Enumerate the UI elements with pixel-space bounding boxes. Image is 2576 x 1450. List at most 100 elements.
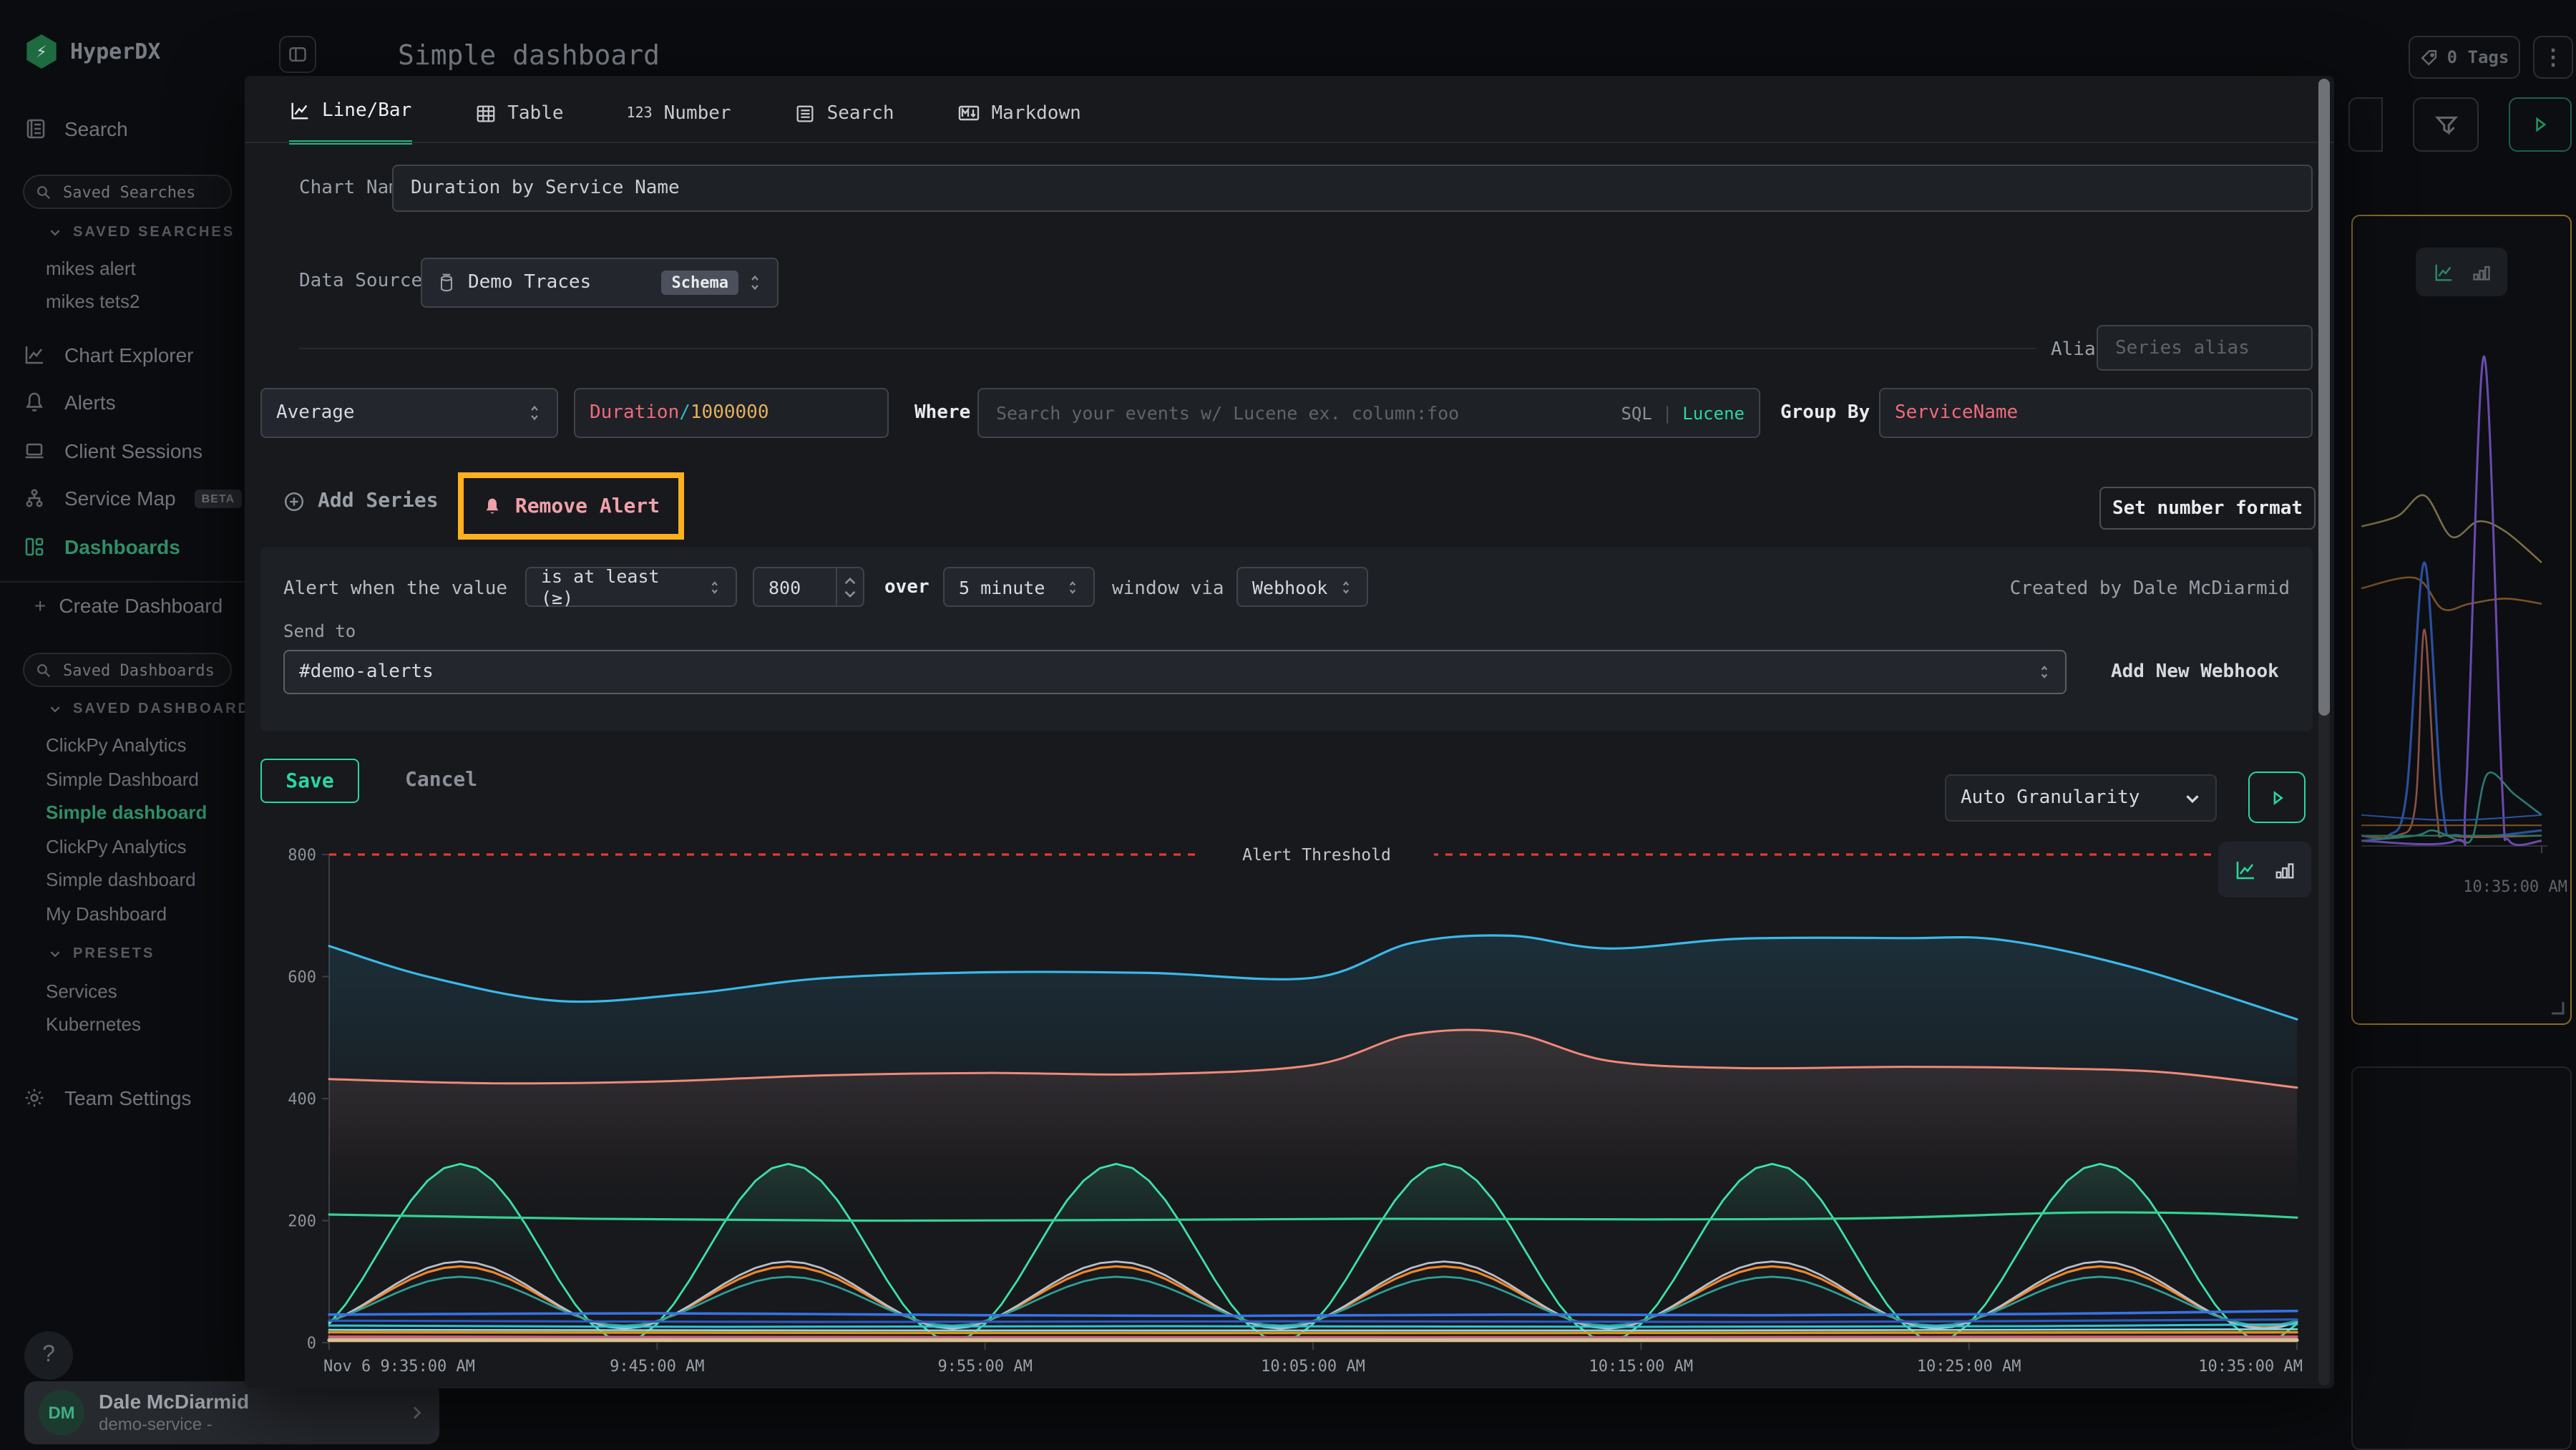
hyperdx-logo-icon: ⚡	[24, 34, 59, 69]
alert-channel-select[interactable]: Webhook	[1236, 567, 1368, 607]
alert-config-panel: Alert when the value is at least (≥) 800…	[260, 547, 2313, 731]
group-by-label: Group By	[1780, 402, 1870, 424]
svg-text:400: 400	[288, 1091, 316, 1109]
granularity-select[interactable]: Auto Granularity	[1945, 774, 2217, 822]
modal-scrollbar-track[interactable]	[2318, 79, 2330, 1386]
series-alias-input[interactable]	[2097, 325, 2313, 371]
group-by-input[interactable]: ServiceName	[1879, 388, 2313, 438]
chevron-right-icon	[408, 1404, 425, 1421]
alert-threshold-input[interactable]: 800	[753, 567, 864, 607]
sidebar-item-alerts[interactable]: Alerts	[23, 391, 116, 414]
data-source-select[interactable]: Demo Traces Schema	[421, 258, 779, 308]
presets-header[interactable]: PRESETS	[49, 946, 155, 962]
svg-text:200: 200	[288, 1213, 316, 1231]
over-label: over	[884, 577, 930, 598]
svg-text:10:05:00 AM: 10:05:00 AM	[1261, 1358, 1365, 1376]
search-nav-icon	[24, 117, 47, 140]
run-chart-button[interactable]	[2248, 772, 2306, 823]
app-root: ⚡ HyperDX Simple dashboard 0 Tags ⋮ Sear…	[0, 0, 2576, 1450]
chart-type-tabs: Line/Bar Table 123 Number Search Markdow…	[289, 83, 1081, 143]
help-button[interactable]: ?	[24, 1331, 73, 1380]
database-icon	[436, 273, 457, 293]
field-expression-input[interactable]: Duration/1000000	[574, 388, 889, 438]
sidebar-item-service-map[interactable]: Service Map BETA	[23, 487, 242, 510]
chart-type-toggle[interactable]	[2218, 842, 2311, 897]
sidebar-item-team-settings[interactable]: Team Settings	[23, 1086, 191, 1109]
collapse-sidebar-button[interactable]	[279, 36, 316, 73]
chart-name-input[interactable]	[392, 165, 2313, 212]
tag-icon	[2420, 48, 2439, 67]
number-stepper[interactable]	[836, 568, 863, 605]
svg-text:600: 600	[288, 969, 316, 987]
sidebar-item-chart-explorer[interactable]: Chart Explorer	[23, 344, 194, 366]
select-chevrons-icon	[1340, 579, 1352, 595]
tab-search[interactable]: Search	[794, 84, 894, 142]
dashboard-item[interactable]: Simple dashboard	[46, 869, 196, 890]
more-menu-button[interactable]: ⋮	[2533, 36, 2573, 79]
add-new-webhook-link[interactable]: Add New Webhook	[2111, 661, 2279, 683]
tab-table[interactable]: Table	[474, 84, 563, 142]
edit-chart-modal: Line/Bar Table 123 Number Search Markdow…	[245, 76, 2334, 1388]
search-icon	[36, 184, 52, 200]
user-menu[interactable]: DM Dale McDiarmid demo-service -	[24, 1381, 439, 1444]
refresh-button[interactable]	[2348, 97, 2383, 152]
tab-markdown[interactable]: Markdown	[957, 84, 1081, 142]
list-doc-icon	[794, 102, 816, 124]
data-source-label: Data Source	[299, 271, 422, 292]
lang-sql-toggle[interactable]: SQL	[1621, 403, 1652, 423]
send-to-select[interactable]: #demo-alerts	[283, 650, 2067, 694]
chart-type-toggle-bg[interactable]	[2416, 248, 2507, 296]
bar-chart-icon	[2471, 262, 2491, 282]
kebab-icon: ⋮	[2542, 44, 2564, 70]
aggregation-select[interactable]: Average	[260, 388, 558, 438]
saved-dashboards-header[interactable]: SAVED DASHBOARDS	[49, 701, 262, 717]
create-dashboard-button[interactable]: + Create Dashboard	[34, 594, 223, 617]
dashboard-item[interactable]: My Dashboard	[46, 903, 167, 925]
alert-condition-select[interactable]: is at least (≥)	[525, 567, 737, 607]
saved-search-item[interactable]: mikes tets2	[46, 291, 140, 312]
sidebar-item-dashboards[interactable]: Dashboards	[23, 535, 180, 558]
sidebar-item-search[interactable]: Search	[24, 117, 128, 140]
dashboard-panel-highlighted[interactable]: 10:35:00 AM	[2351, 215, 2572, 1025]
tab-number[interactable]: 123 Number	[627, 84, 731, 142]
preset-item[interactable]: Services	[46, 981, 117, 1002]
tags-button[interactable]: 0 Tags	[2409, 36, 2520, 79]
preset-item[interactable]: Kubernetes	[46, 1013, 141, 1035]
created-by-label: Created by Dale McDiarmid	[2010, 578, 2290, 600]
saved-searches-input[interactable]	[23, 175, 232, 209]
modal-scrollbar-thumb[interactable]	[2318, 79, 2330, 716]
dashboard-item[interactable]: ClickPy Analytics	[46, 734, 187, 756]
select-chevrons-icon	[2038, 664, 2051, 680]
set-number-format-button[interactable]: Set number format	[2099, 487, 2316, 530]
saved-searches-header[interactable]: SAVED SEARCHES	[49, 225, 235, 240]
play-icon	[2530, 115, 2550, 135]
stepper-up-icon	[844, 576, 856, 585]
dashboard-panel[interactable]	[2351, 1066, 2572, 1450]
sidebar-item-client-sessions[interactable]: Client Sessions	[23, 439, 203, 462]
lang-lucene-toggle[interactable]: Lucene	[1682, 403, 1745, 423]
cancel-button[interactable]: Cancel	[405, 769, 477, 792]
alert-window-select[interactable]: 5 minute	[943, 567, 1095, 607]
remove-alert-button[interactable]: Remove Alert	[482, 495, 660, 517]
dashboard-item[interactable]: ClickPy Analytics	[46, 836, 187, 857]
aggregation-value: Average	[276, 402, 355, 424]
run-query-button-bg[interactable]	[2509, 97, 2572, 152]
select-chevrons-icon	[747, 273, 763, 292]
filter-button[interactable]	[2413, 97, 2479, 152]
chart-line-icon	[23, 344, 46, 366]
avatar: DM	[39, 1390, 84, 1436]
dashboard-item[interactable]: Simple Dashboard	[46, 769, 199, 790]
chevron-down-icon	[49, 703, 62, 716]
schema-badge: Schema	[662, 271, 739, 295]
resize-handle-icon[interactable]	[2550, 1001, 2565, 1015]
svg-text:9:45:00 AM: 9:45:00 AM	[610, 1358, 704, 1376]
saved-dashboards-input[interactable]	[23, 653, 232, 687]
saved-search-item[interactable]: mikes alert	[46, 258, 136, 279]
save-button[interactable]: Save	[260, 759, 359, 803]
tab-line-bar[interactable]: Line/Bar	[289, 82, 411, 144]
add-series-button[interactable]: Add Series	[283, 490, 439, 512]
svg-text:Alert Threshold: Alert Threshold	[1242, 846, 1391, 865]
where-search-input[interactable]: SQL | Lucene	[977, 388, 1760, 438]
chevron-down-icon	[49, 226, 62, 239]
dashboard-item-active[interactable]: Simple dashboard	[46, 802, 207, 823]
